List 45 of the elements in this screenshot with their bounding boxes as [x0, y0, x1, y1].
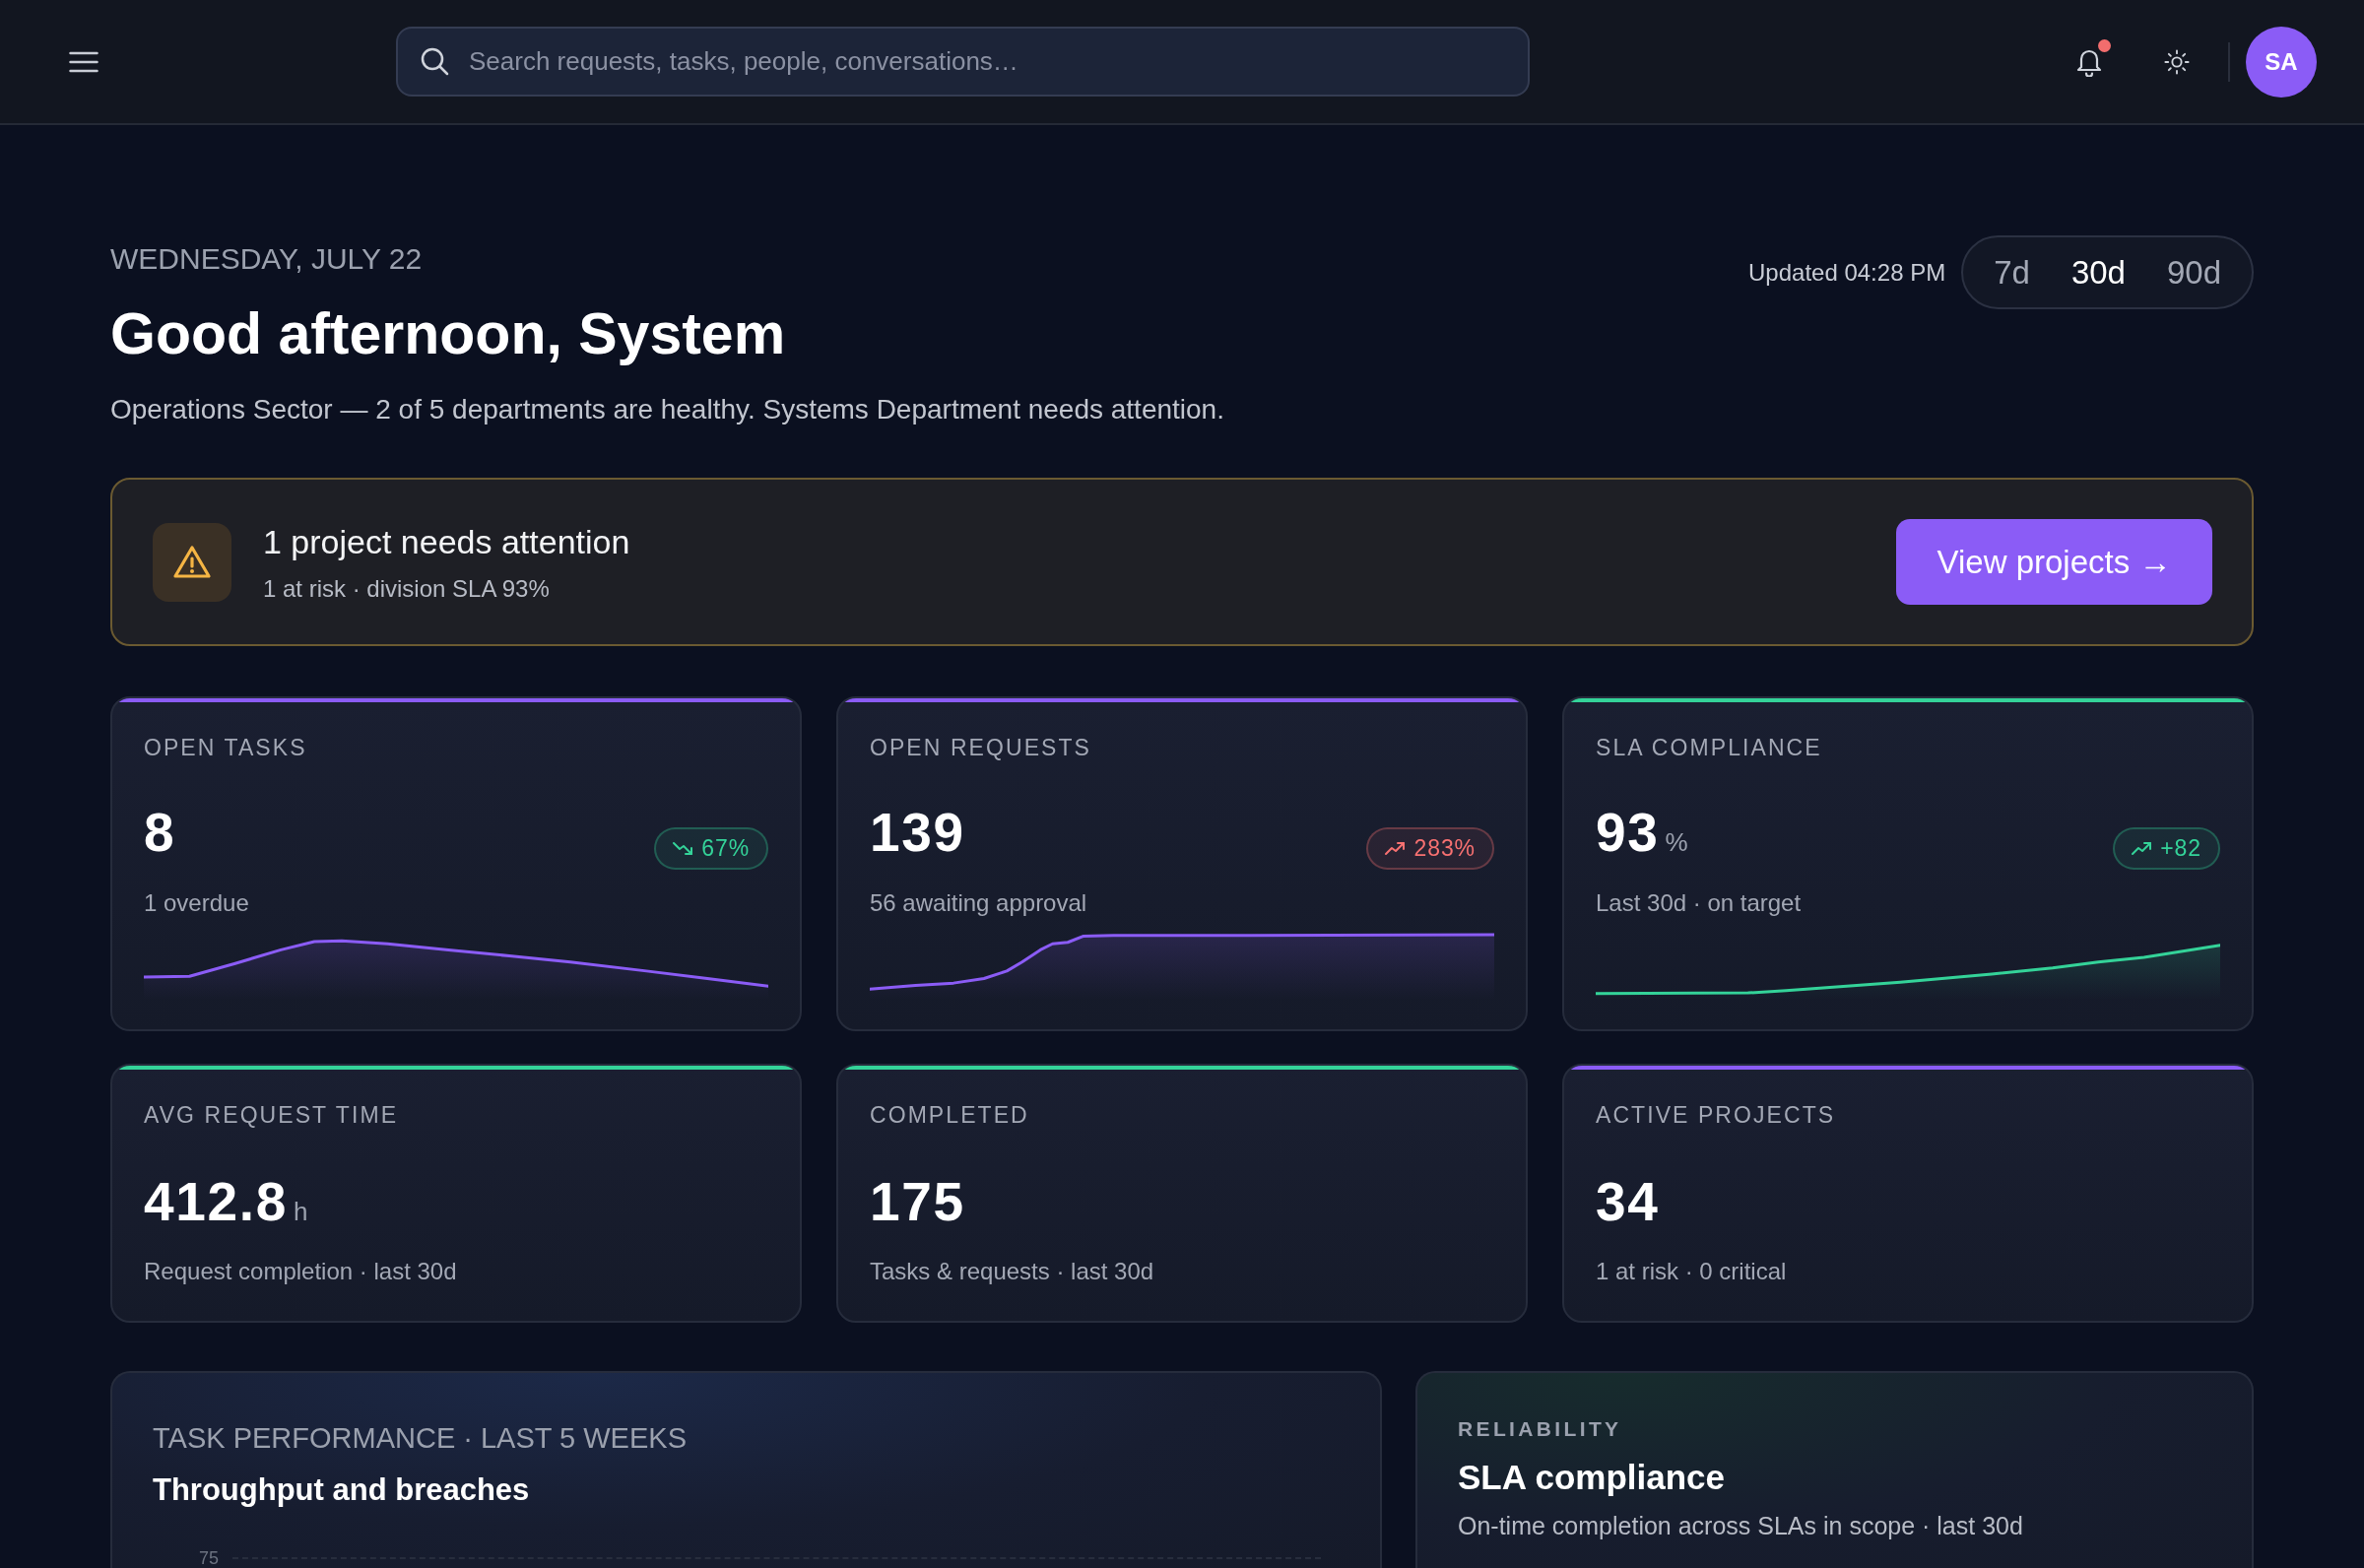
- avatar-button[interactable]: SA: [2246, 26, 2317, 98]
- stat-label: OPEN TASKS: [144, 734, 308, 761]
- change-value: 283%: [1413, 834, 1476, 864]
- search-field[interactable]: Search requests, tasks, people, conversations…: [396, 27, 1530, 97]
- stat-detail: Last 30d · on target: [1596, 888, 1803, 918]
- panel-title: Throughput and breaches: [153, 1471, 531, 1509]
- stat-detail: 1 at risk · 0 critical: [1596, 1257, 1788, 1286]
- stat-value: 34: [1596, 1172, 1660, 1231]
- panel-eyebrow: TASK PERFORMANCE · LAST 5 WEEKS: [153, 1421, 688, 1456]
- stat-unit: %: [1665, 826, 1688, 859]
- stat-label: SLA COMPLIANCE: [1596, 734, 1823, 761]
- stat-label: OPEN REQUESTS: [870, 734, 1092, 761]
- stat-value: 8: [144, 803, 176, 862]
- view-projects-button[interactable]: View projects →: [1896, 519, 2212, 605]
- axis-tick-label: 75: [199, 1547, 220, 1568]
- sun-icon: [2164, 48, 2190, 75]
- stat-detail: Request completion · last 30d: [144, 1257, 458, 1286]
- status-summary: Operations Sector — 2 of 5 departments are healthy. Systems Department needs attention.: [110, 393, 1224, 426]
- warning-icon: [153, 522, 231, 602]
- date-text: WEDNESDAY, JULY 22: [110, 241, 424, 277]
- search-icon: [420, 46, 449, 76]
- range-tab[interactable]: 7d: [1973, 252, 2051, 293]
- stat-unit: h: [293, 1196, 308, 1228]
- panel-description: On-time completion across SLAs in scope · last 30d: [1458, 1511, 2024, 1541]
- stat-label: ACTIVE PROJECTS: [1596, 1101, 1837, 1129]
- stat-value: 175: [870, 1172, 965, 1231]
- range-tab[interactable]: 90d: [2145, 252, 2242, 293]
- change-value: +82: [2160, 834, 2201, 864]
- stat-label: COMPLETED: [870, 1101, 1030, 1129]
- range-tab[interactable]: 30d: [2050, 252, 2146, 293]
- alert-title: 1 project needs attention: [263, 521, 630, 562]
- stat-label: AVG REQUEST TIME: [144, 1101, 400, 1129]
- updated-time: Updated 04:28 PM: [1748, 257, 1946, 288]
- stat-value: 93: [1596, 803, 1660, 862]
- alert-detail: 1 at risk · division SLA 93%: [263, 573, 551, 604]
- panel-eyebrow: RELIABILITY: [1458, 1416, 1623, 1442]
- stat-detail: 1 overdue: [144, 888, 250, 918]
- greeting-heading: Good afternoon, System: [110, 300, 787, 367]
- menu-icon: [69, 50, 98, 73]
- stat-value: 139: [870, 803, 965, 862]
- change-value: 67%: [701, 834, 750, 864]
- stat-detail: Tasks & requests · last 30d: [870, 1257, 1155, 1286]
- panel-title: SLA compliance: [1458, 1457, 1726, 1498]
- stat-value: 412.8: [144, 1172, 288, 1231]
- stat-detail: 56 awaiting approval: [870, 888, 1088, 918]
